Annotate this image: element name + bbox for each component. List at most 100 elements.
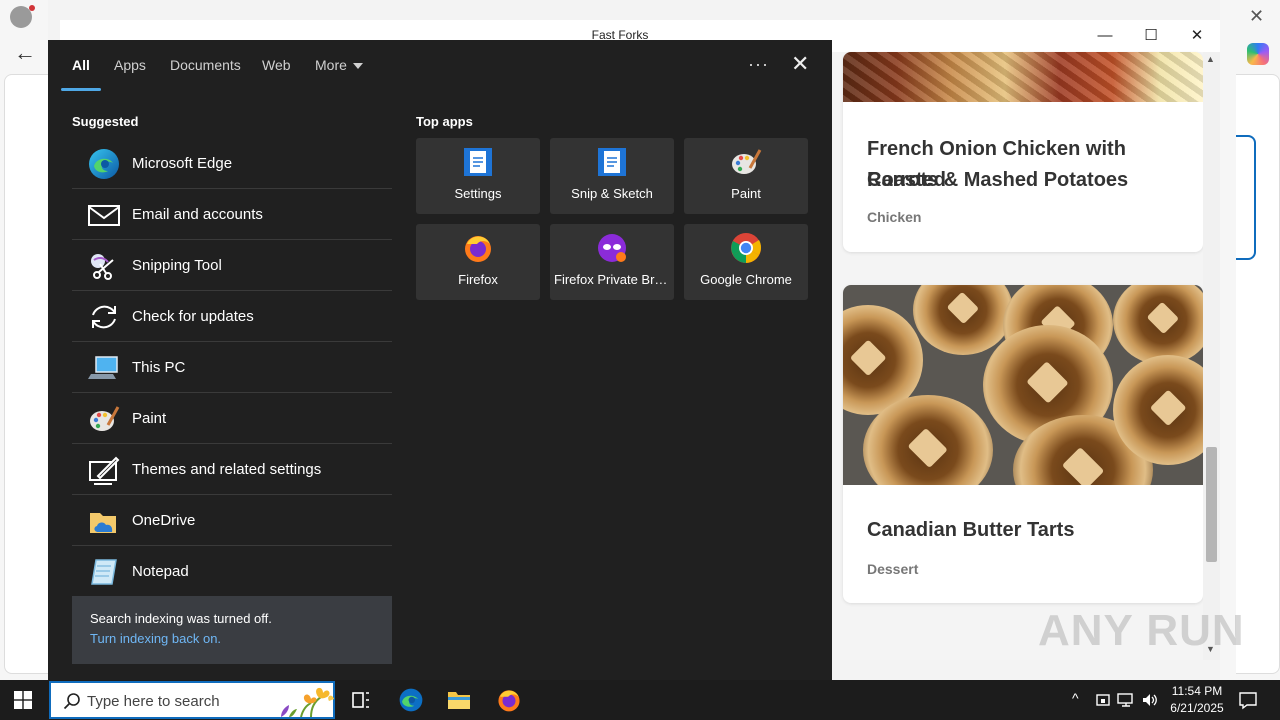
clock-date: 6/21/2025	[1170, 701, 1224, 715]
clock-time: 11:54 PM	[1171, 684, 1223, 698]
copilot-icon[interactable]	[1247, 43, 1269, 65]
firefox-taskbar-icon[interactable]	[496, 687, 522, 713]
recipe-card[interactable]: Canadian Butter Tarts Dessert	[843, 285, 1203, 603]
suggested-item-label: OneDrive	[132, 512, 196, 529]
edge-icon	[89, 149, 119, 179]
suggested-item-notepad[interactable]: Notepad	[72, 546, 392, 597]
refresh-icon	[92, 305, 116, 329]
tab-more-label: More	[315, 57, 347, 73]
recipe-title: Canadian Butter Tarts	[867, 519, 1075, 541]
tab-more[interactable]: More	[315, 57, 363, 73]
suggested-item-check-for-updates[interactable]: Check for updates	[72, 291, 392, 342]
notepad-icon	[91, 559, 117, 585]
scrollbar-thumb[interactable]	[1206, 447, 1217, 562]
top-app-snip-and-sketch[interactable]: Snip & Sketch	[550, 138, 674, 214]
caret-down-icon	[352, 63, 363, 70]
top-app-firefox[interactable]: Firefox	[416, 224, 540, 300]
highlighted-card-edge	[1236, 135, 1256, 260]
suggested-item-label: Email and accounts	[132, 206, 263, 223]
search-icon	[63, 693, 80, 710]
top-app-paint[interactable]: Paint	[684, 138, 808, 214]
suggested-item-onedrive[interactable]: OneDrive	[72, 495, 392, 546]
network-icon[interactable]	[1117, 691, 1135, 709]
recipe-category: Chicken	[867, 209, 922, 225]
suggested-item-label: Check for updates	[132, 308, 254, 325]
folder-cloud-icon	[90, 513, 116, 533]
suggested-item-themes-and-related-settings[interactable]: Themes and related settings	[72, 444, 392, 495]
suggested-item-microsoft-edge[interactable]: Microsoft Edge	[72, 138, 392, 189]
suggested-item-label: Paint	[132, 410, 167, 427]
suggested-list: Microsoft Edge Email and accounts Snippi…	[72, 138, 392, 597]
windows-start-icon[interactable]	[14, 691, 32, 709]
close-icon[interactable]: ✕	[791, 52, 809, 76]
suggested-item-label: Snipping Tool	[132, 257, 222, 274]
palette-icon	[732, 149, 762, 174]
minimize-button[interactable]: —	[1085, 24, 1125, 48]
recipe-image	[843, 285, 1203, 485]
indexing-notice-text: Search indexing was turned off.	[90, 611, 272, 626]
recipe-title-line2: Carrots & Mashed Potatoes	[867, 169, 1129, 191]
top-app-label: Snip & Sketch	[571, 186, 653, 201]
top-apps-heading: Top apps	[416, 114, 473, 129]
top-app-label: Settings	[454, 186, 502, 201]
pen-monitor-icon	[89, 456, 120, 485]
palette-icon	[90, 406, 120, 431]
taskbar: ^ 11:54 PM 6/21/2025	[0, 680, 1280, 720]
top-app-firefox-private-browsing[interactable]: Firefox Private Browsing	[550, 224, 674, 300]
mail-icon	[88, 205, 120, 226]
computer-icon	[88, 356, 118, 379]
back-arrow-icon[interactable]: ←	[14, 40, 36, 66]
tab-web[interactable]: Web	[262, 57, 291, 73]
notification-dot	[29, 5, 35, 11]
edge-taskbar-icon[interactable]	[398, 687, 424, 713]
suggested-item-label: This PC	[132, 359, 186, 376]
browser-left-panel	[4, 74, 48, 674]
tab-all[interactable]: All	[72, 57, 90, 73]
document-blue-icon	[598, 148, 626, 176]
more-options-icon[interactable]: ···	[748, 54, 769, 75]
suggested-item-paint[interactable]: Paint	[72, 393, 392, 444]
recipe-image	[843, 52, 1203, 102]
scissors-icon	[91, 254, 114, 280]
top-app-label: Google Chrome	[700, 272, 792, 287]
show-hidden-icons-chevron[interactable]: ^	[1072, 690, 1079, 706]
recipe-card[interactable]: French Onion Chicken with Roasted Carrot…	[843, 52, 1203, 252]
search-highlight-art	[281, 687, 334, 717]
suggested-item-label: Notepad	[132, 563, 189, 580]
firefox-icon	[465, 236, 491, 262]
scrollbar[interactable]	[1203, 52, 1220, 660]
notification-center-icon[interactable]	[1238, 690, 1258, 710]
firefox-private-icon	[598, 234, 626, 262]
task-view-icon[interactable]	[348, 687, 374, 713]
taskbar-clock[interactable]: 11:54 PM 6/21/2025	[1162, 683, 1232, 717]
suggested-heading: Suggested	[72, 114, 139, 129]
turn-indexing-on-link[interactable]: Turn indexing back on.	[90, 631, 221, 646]
indexing-notice: Search indexing was turned off. Turn ind…	[72, 596, 392, 664]
tab-documents[interactable]: Documents	[170, 57, 241, 73]
tab-apps[interactable]: Apps	[114, 57, 146, 73]
suggested-item-label: Microsoft Edge	[132, 155, 233, 172]
close-window-button[interactable]: ✕	[1177, 24, 1217, 48]
maximize-button[interactable]: ☐	[1131, 24, 1171, 48]
sidebar-close-icon[interactable]: ✕	[1249, 6, 1264, 27]
top-app-label: Firefox Private Browsing	[554, 272, 670, 287]
volume-icon[interactable]	[1141, 691, 1159, 709]
suggested-item-label: Themes and related settings	[132, 461, 322, 478]
security-icon[interactable]	[1094, 691, 1112, 709]
top-app-label: Firefox	[458, 272, 498, 287]
scroll-up-icon[interactable]: ▲	[1206, 54, 1215, 64]
active-tab-indicator	[61, 88, 101, 91]
chrome-icon	[731, 233, 762, 263]
top-app-google-chrome[interactable]: Google Chrome	[684, 224, 808, 300]
watermark: ANY RUN	[1038, 606, 1245, 655]
taskbar-search-input[interactable]	[87, 689, 247, 713]
taskbar-search-box[interactable]	[49, 681, 335, 719]
suggested-item-this-pc[interactable]: This PC	[72, 342, 392, 393]
document-blue-icon	[464, 148, 492, 176]
top-app-settings[interactable]: Settings	[416, 138, 540, 214]
suggested-item-snipping-tool[interactable]: Snipping Tool	[72, 240, 392, 291]
recipe-category: Dessert	[867, 561, 919, 577]
file-explorer-icon[interactable]	[446, 687, 472, 713]
search-flyout: All Apps Documents Web More ··· ✕ Sugges…	[48, 40, 832, 680]
suggested-item-email-and-accounts[interactable]: Email and accounts	[72, 189, 392, 240]
